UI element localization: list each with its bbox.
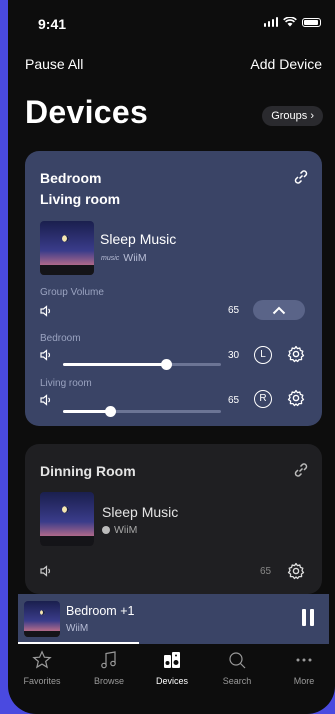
speakers-icon	[164, 652, 180, 668]
device-name: Living room	[40, 378, 92, 389]
tab-bar: Favorites Browse Devices Search More	[8, 644, 335, 714]
channel-left-button[interactable]: L	[254, 346, 272, 364]
add-device-button[interactable]: Add Device	[250, 56, 322, 72]
link-icon[interactable]	[292, 168, 310, 186]
track-title: Sleep Music	[102, 504, 179, 520]
page-title: Devices	[25, 94, 149, 130]
volume-value: 65	[260, 566, 272, 577]
tab-label: Devices	[155, 676, 188, 686]
room-name: Dinning Room	[40, 463, 136, 479]
track-title: Sleep Music	[100, 231, 177, 247]
speaker-icon[interactable]	[40, 305, 52, 317]
tab-label: Search	[222, 676, 252, 686]
device-name: Bedroom	[40, 333, 81, 344]
status-icons	[263, 17, 321, 27]
tab-more[interactable]: More	[274, 650, 334, 686]
star-icon	[32, 650, 52, 669]
groups-button-label: Groups	[271, 110, 308, 122]
track-source: music WiiM	[101, 252, 147, 264]
speaker-icon[interactable]	[40, 565, 52, 577]
single-device-card[interactable]: Dinning Room Sleep Music WiiM 65	[25, 444, 322, 630]
gear-icon[interactable]	[287, 345, 305, 363]
link-icon[interactable]	[292, 461, 310, 479]
volume-value: 65	[228, 305, 240, 316]
volume-value: 30	[228, 350, 240, 361]
pause-icon	[302, 609, 306, 626]
mini-player[interactable]: Bedroom +1 WiiM	[18, 594, 329, 644]
collapse-button[interactable]	[253, 300, 305, 320]
mini-album-art	[24, 601, 60, 637]
gear-icon[interactable]	[287, 562, 305, 580]
mini-player-subtitle: WiiM	[66, 623, 89, 634]
source-label: WiiM	[114, 524, 138, 536]
music-note-icon	[101, 651, 116, 669]
spotify-icon	[102, 526, 110, 534]
more-icon	[296, 658, 312, 662]
slider-fill	[63, 410, 111, 413]
slider-fill	[63, 363, 166, 366]
speaker-icon[interactable]	[40, 349, 52, 361]
tab-search[interactable]: Search	[207, 650, 267, 686]
tab-favorites[interactable]: Favorites	[12, 650, 72, 686]
slider-knob[interactable]	[160, 359, 172, 370]
tab-browse[interactable]: Browse	[79, 650, 139, 686]
signal-icon	[263, 17, 278, 27]
battery-icon	[302, 17, 321, 27]
source-label: WiiM	[123, 252, 147, 264]
tab-devices[interactable]: Devices	[142, 650, 202, 686]
album-art	[40, 492, 94, 546]
chevron-right-icon: ›	[310, 110, 314, 122]
chevron-up-icon	[272, 306, 286, 314]
album-art	[40, 221, 94, 275]
channel-right-button[interactable]: R	[254, 390, 272, 408]
status-time: 9:41	[38, 16, 67, 32]
tab-label: More	[293, 676, 315, 686]
tab-label: Favorites	[23, 676, 61, 686]
track-source: WiiM	[102, 524, 137, 536]
pause-all-button[interactable]: Pause All	[25, 56, 83, 72]
amazon-music-icon: music	[101, 254, 120, 262]
wifi-icon	[283, 17, 297, 27]
volume-value: 65	[228, 395, 240, 406]
tab-label: Browse	[93, 676, 124, 686]
pause-button[interactable]	[301, 609, 315, 627]
group-volume-slider[interactable]	[63, 359, 221, 370]
group-volume-label: Group Volume	[40, 287, 104, 298]
group-device-card[interactable]: Bedroom Living room Sleep Music music Wii…	[25, 151, 322, 465]
bedroom-volume-slider[interactable]	[63, 406, 221, 417]
speaker-icon[interactable]	[40, 394, 52, 406]
pause-icon-bar	[310, 609, 314, 626]
gear-icon[interactable]	[287, 389, 305, 407]
room-name: Bedroom	[40, 170, 102, 186]
mini-player-title: Bedroom +1	[66, 604, 135, 618]
slider-knob[interactable]	[105, 406, 117, 417]
phone-screen: 9:41 Pause All Add Device Devices Groups…	[8, 0, 335, 714]
room-name: Living room	[40, 191, 121, 207]
groups-button[interactable]: Groups ›	[262, 106, 323, 126]
search-icon	[229, 652, 246, 669]
